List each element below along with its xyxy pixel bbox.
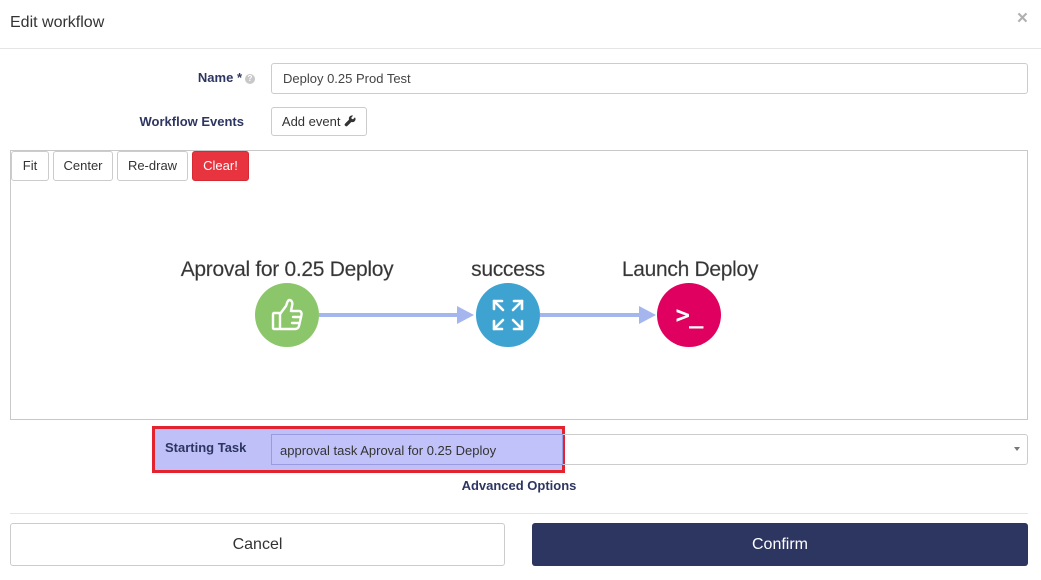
node-label-success: success <box>471 258 545 281</box>
modal-header: Edit workflow × <box>0 0 1041 49</box>
advanced-options-link[interactable]: Advanced Options <box>419 478 619 493</box>
add-event-label: Add event <box>281 114 341 129</box>
help-icon[interactable]: ? <box>245 74 255 84</box>
node-success[interactable] <box>476 283 540 347</box>
node-label-approval: Aproval for 0.25 Deploy <box>180 258 394 281</box>
workflow-graph-canvas[interactable]: Fit Center Re-draw Clear! Aproval for 0.… <box>10 150 1028 420</box>
name-label: Name * <box>197 70 242 85</box>
edge-arrowhead <box>639 306 656 324</box>
expand-arrows-icon <box>492 299 524 331</box>
node-launch-deploy[interactable]: >_ <box>657 283 721 347</box>
starting-task-label: Starting Task <box>165 440 247 455</box>
wrench-icon <box>344 115 356 127</box>
cancel-button[interactable]: Cancel <box>10 523 505 566</box>
thumbs-up-icon <box>271 298 303 331</box>
workflow-events-label: Workflow Events <box>139 114 244 129</box>
add-event-button[interactable]: Add event <box>271 107 367 136</box>
workflow-name-input[interactable] <box>271 63 1028 94</box>
node-approval[interactable] <box>255 283 319 347</box>
name-label-row: Name *? <box>150 70 255 85</box>
footer-divider <box>10 513 1028 514</box>
modal-title: Edit workflow <box>10 14 105 31</box>
confirm-button[interactable]: Confirm <box>532 523 1028 566</box>
node-label-launch: Launch Deploy <box>621 258 759 281</box>
starting-task-value[interactable]: approval task Aproval for 0.25 Deploy <box>271 434 563 465</box>
close-icon[interactable]: × <box>1017 9 1028 29</box>
terminal-icon: >_ <box>675 301 704 329</box>
chevron-down-icon[interactable] <box>1014 447 1020 451</box>
edge-arrowhead <box>457 306 474 324</box>
